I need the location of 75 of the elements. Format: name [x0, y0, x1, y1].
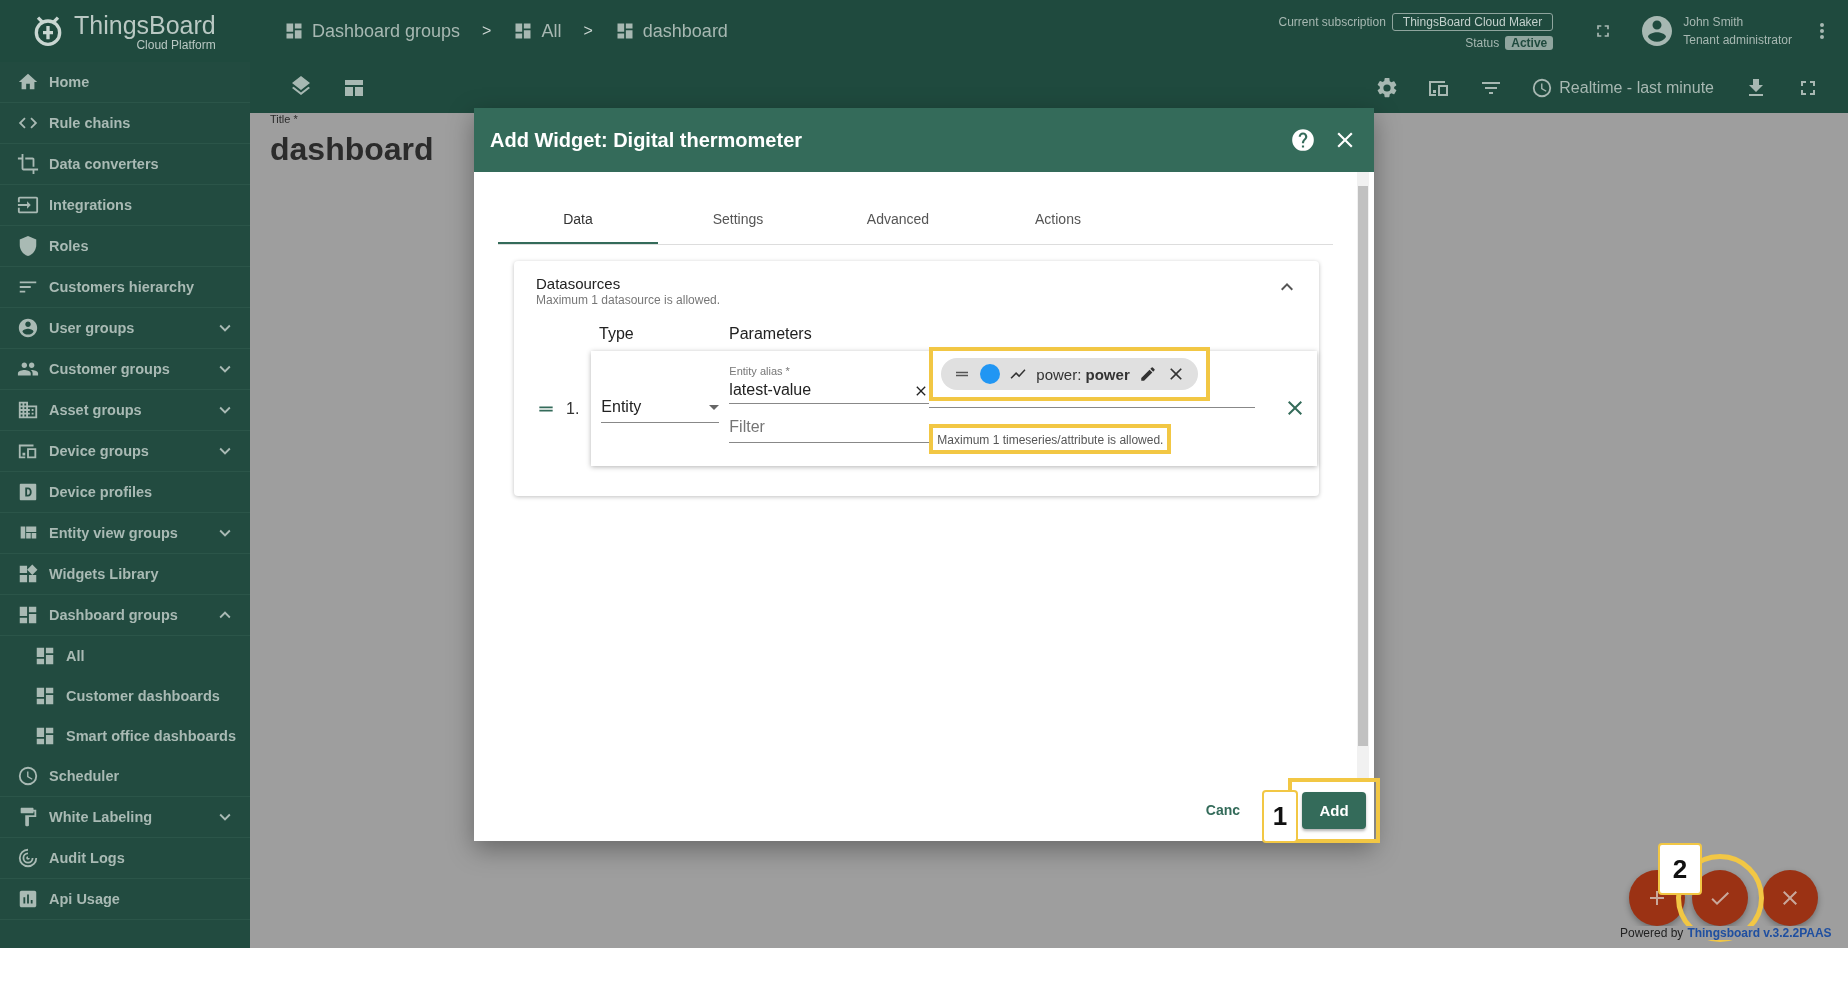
- datasources-title: Datasources: [536, 275, 622, 292]
- dashboard-icon: [34, 685, 56, 707]
- dashboard-icon: [34, 645, 56, 667]
- clock-icon: [17, 765, 39, 787]
- dashboard-title: dashboard: [270, 131, 434, 168]
- add-button[interactable]: Add: [1302, 791, 1366, 829]
- entity-alias-field[interactable]: Entity alias * latest-value: [729, 361, 930, 404]
- timewindow-button[interactable]: Realtime - last minute: [1531, 76, 1714, 99]
- sidebar-item[interactable]: Customer groups: [0, 349, 250, 390]
- data-key-chip[interactable]: power: power: [941, 358, 1198, 390]
- dashboard-icon: [513, 21, 534, 41]
- sidebar-item[interactable]: Entity view groups: [0, 513, 250, 554]
- sidebar-item[interactable]: Asset groups: [0, 390, 250, 431]
- caret-icon: [709, 404, 720, 410]
- shield-icon: [17, 235, 39, 257]
- breadcrumb-link[interactable]: All: [513, 20, 562, 42]
- breadcrumb-link[interactable]: dashboard: [614, 20, 728, 42]
- callout-number: 1: [1262, 790, 1298, 843]
- tab[interactable]: Actions: [978, 196, 1138, 244]
- column-header: Type: [599, 325, 635, 343]
- tab[interactable]: Advanced: [818, 196, 978, 244]
- sidebar-item[interactable]: User groups: [0, 308, 250, 349]
- callout-number: 2: [1658, 843, 1702, 895]
- filter-field[interactable]: Filter: [729, 412, 930, 443]
- logo-title: ThingsBoard: [74, 10, 216, 40]
- subscription-badge: ThingsBoard Cloud Maker: [1391, 12, 1554, 31]
- row-index: 1.: [566, 399, 580, 418]
- sidebar-subitem[interactable]: Smart office dashboards: [0, 716, 250, 756]
- tab[interactable]: Data: [498, 196, 658, 244]
- dialog-title: Add Widget: Digital thermometer: [490, 128, 804, 152]
- dashboard-icon: [284, 21, 304, 41]
- dashboard-icon: [34, 725, 56, 747]
- sidebar-item[interactable]: Api Usage: [0, 879, 250, 920]
- breadcrumb-link[interactable]: Dashboard groups: [284, 20, 461, 42]
- input-icon: [17, 194, 39, 216]
- dashboard-icon: [17, 604, 39, 626]
- widgets-icon: [17, 563, 39, 585]
- breadcrumb-separator: >: [482, 22, 492, 40]
- version-link[interactable]: Thingsboard v.3.2.2PAAS: [1687, 926, 1832, 940]
- sidebar-item[interactable]: Dashboard groups: [0, 595, 250, 636]
- hint-text: Maximum 1 timeseries/attribute is allowed.: [937, 433, 1164, 447]
- datasources-subtitle: Maximum 1 datasource is allowed.: [536, 293, 722, 307]
- target-icon: [17, 847, 39, 869]
- column-header: Parameters: [729, 325, 812, 343]
- title-label: Title *: [270, 113, 298, 125]
- status-label: Status: [1465, 35, 1500, 50]
- help-icon[interactable]: [1290, 127, 1316, 153]
- cancel-button[interactable]: Canc: [1203, 802, 1242, 818]
- status-badge: Active: [1505, 35, 1554, 50]
- edit-icon[interactable]: [1138, 365, 1157, 383]
- sidebar-item[interactable]: Integrations: [0, 185, 250, 226]
- powered-by-text: Powered by: [1620, 926, 1684, 940]
- tab[interactable]: Settings: [658, 196, 818, 244]
- color-dot[interactable]: [980, 364, 1001, 384]
- sidebar-subitem[interactable]: All: [0, 636, 250, 676]
- subscription-label: Current subscription: [1278, 14, 1386, 29]
- bar-chart-icon: [17, 888, 39, 910]
- user-role: Tenant administrator: [1683, 33, 1792, 47]
- sidebar-item[interactable]: Roles: [0, 226, 250, 267]
- card-icon: [17, 481, 39, 503]
- sidebar-item[interactable]: White Labeling: [0, 797, 250, 838]
- crop-icon: [17, 153, 39, 175]
- scrollbar[interactable]: [1357, 172, 1369, 779]
- building-icon: [17, 399, 39, 421]
- sidebar-item[interactable]: Widgets Library: [0, 554, 250, 595]
- sidebar-subitem[interactable]: Customer dashboards: [0, 676, 250, 716]
- type-select[interactable]: Entity: [601, 392, 720, 423]
- sidebar-item[interactable]: Home: [0, 62, 250, 103]
- sidebar-item[interactable]: Device profiles: [0, 472, 250, 513]
- sidebar-item[interactable]: Device groups: [0, 431, 250, 472]
- logo-subtitle: Cloud Platform: [136, 37, 216, 52]
- breadcrumb-separator: >: [583, 22, 593, 40]
- user-name: John Smith: [1683, 15, 1745, 29]
- data-key-label: power: power: [1036, 365, 1130, 383]
- clock-icon: [1531, 76, 1554, 99]
